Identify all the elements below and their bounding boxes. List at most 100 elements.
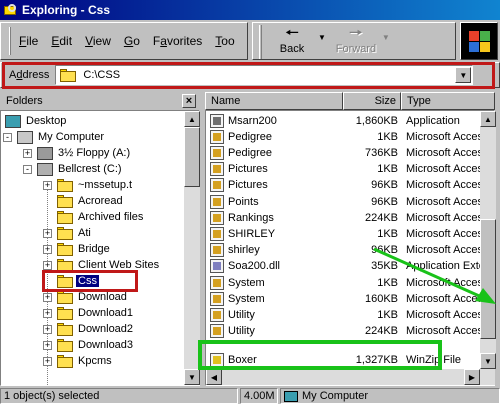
expand-icon[interactable]: + [23,149,32,158]
tree-item[interactable]: Download2 [57,321,135,337]
window-title: Exploring - Css [22,3,111,17]
back-dropdown-icon[interactable]: ▼ [318,33,326,42]
folder-icon [57,178,73,192]
tree-item-label: Bellcrest (C:) [58,163,122,175]
file-row[interactable]: Rankings224KBMicrosoft Access Dat [206,209,494,226]
tree-item-label: Bridge [78,243,110,255]
tree-item[interactable]: Desktop [5,113,68,129]
file-row[interactable]: Boxer 1,327KB WinZip File [206,351,494,368]
collapse-icon[interactable]: - [23,165,32,174]
scroll-up-icon[interactable]: ▲ [184,111,200,127]
expand-icon[interactable]: + [43,357,52,366]
menu-go[interactable]: Go [124,34,140,48]
expand-icon[interactable]: + [43,245,52,254]
file-row[interactable]: Points96KBMicrosoft Access Dat [206,193,494,210]
forward-button[interactable]: 🠖 Forward [330,23,382,55]
file-list-hscrollbar[interactable]: ◀ ▶ [206,369,495,385]
file-name-cell: Soa200.dll [206,259,344,274]
back-button[interactable]: 🠔 Back [266,23,318,55]
collapse-icon[interactable]: - [3,133,12,142]
file-name: Pictures [228,179,268,192]
address-input[interactable]: C:\CSS ▼ [55,65,474,85]
tree-item[interactable]: Kpcms [57,353,114,369]
close-icon[interactable]: × [182,94,196,108]
file-row[interactable]: Pedigree1KBMicrosoft Access Rec [206,128,494,145]
file-size: 1KB [377,130,398,143]
toolbar-grip[interactable] [259,25,262,59]
tree-item-label: Ati [78,227,91,239]
scroll-left-icon[interactable]: ◀ [206,369,222,385]
folder-tree[interactable]: Desktop - My Computer +3½ Floppy (A:) - Bellc… [0,110,200,386]
folder-tree-scrollbar[interactable]: ▲ ▼ [184,111,200,385]
address-dropdown-button[interactable]: ▼ [455,67,472,83]
tree-item-label: 3½ Floppy (A:) [58,147,131,159]
column-size[interactable]: Size [343,92,401,110]
tree-item[interactable]: Bellcrest (C:) [37,161,124,177]
scroll-thumb[interactable] [480,219,496,339]
expand-icon[interactable]: + [43,341,52,350]
status-location: My Computer [302,390,369,402]
tree-item[interactable]: Download1 [57,305,135,321]
folder-icon [57,338,73,352]
menu-favorites[interactable]: Favorites [153,34,202,48]
file-row[interactable]: Utility1KBMicrosoft Access Rec [206,306,494,323]
file-row[interactable]: Soa200.dll35KBApplication Extension [206,258,494,275]
access-icon [210,243,224,258]
file-row[interactable]: Pedigree736KBMicrosoft Access Dat [206,144,494,161]
tree-item[interactable]: 3½ Floppy (A:) [37,145,132,161]
tree-item[interactable]: Acroread [57,193,125,209]
expand-icon[interactable]: + [43,229,52,238]
file-row[interactable]: System160KBMicrosoft Access Add [206,290,494,307]
file-name-cell: System [206,291,344,306]
scroll-down-icon[interactable]: ▼ [184,369,200,385]
tree-item[interactable]: Archived files [57,209,145,225]
scroll-right-icon[interactable]: ▶ [464,369,480,385]
forward-dropdown-icon[interactable]: ▼ [382,33,390,42]
title-bar[interactable]: Exploring - Css [0,0,500,20]
expand-icon[interactable]: + [43,261,52,270]
menu-grip[interactable] [9,27,11,55]
menu-bar: File Edit View Go Favorites Too [0,22,248,60]
scroll-up-icon[interactable]: ▲ [480,111,496,127]
file-row[interactable]: System1KBMicrosoft Access Rec [206,274,494,291]
tree-item[interactable]: Download [57,289,129,305]
tree-item-label: Download2 [78,323,134,335]
file-name: Pedigree [228,146,273,159]
back-label: Back [279,43,305,55]
file-row[interactable]: SHIRLEY1KBMicrosoft Access Rec [206,225,494,242]
scroll-down-icon[interactable]: ▼ [480,353,496,369]
file-name-cell: System [206,275,344,290]
menu-view[interactable]: View [85,34,111,48]
file-row[interactable]: Pictures1KBMicrosoft Access Rec [206,161,494,178]
tree-item[interactable]: Ati [57,225,93,241]
tree-item[interactable]: Css [57,273,99,289]
tree-item[interactable]: Download3 [57,337,135,353]
file-size: 1KB [377,308,398,321]
tree-item[interactable]: My Computer [17,129,106,145]
tree-item[interactable]: Client Web Sites [57,257,161,273]
file-list-scrollbar[interactable]: ▲ ▼ [480,111,496,369]
menu-too[interactable]: Too [215,34,234,48]
status-location-panel: My Computer [280,388,500,404]
expand-icon[interactable]: + [43,325,52,334]
folders-title: Folders [6,95,43,107]
file-size: 224KB [364,211,398,224]
file-row[interactable]: Msarn200 1,860KB Application [206,112,494,129]
folder-icon [57,354,73,368]
tree-item[interactable]: ~mssetup.t [57,177,134,193]
folders-header: Folders × [0,92,200,110]
expand-icon[interactable]: + [43,309,52,318]
menu-edit[interactable]: Edit [51,34,72,48]
column-name[interactable]: Name [205,92,343,110]
column-type[interactable]: Type [401,92,495,110]
expand-icon[interactable]: + [43,181,52,190]
file-row[interactable]: Utility224KBMicrosoft Access Add [206,323,494,340]
scroll-thumb[interactable] [184,127,200,187]
file-row[interactable]: Pictures96KBMicrosoft Access Dat [206,177,494,194]
file-row[interactable]: shirley96KBMicrosoft Access Dat [206,242,494,259]
menu-file[interactable]: File [19,34,38,48]
file-list[interactable]: Msarn200 1,860KB Application Pedigree 1KB Mic… [205,110,495,386]
file-size: 1KB [377,276,398,289]
tree-item[interactable]: Bridge [57,241,112,257]
expand-icon[interactable]: + [43,293,52,302]
